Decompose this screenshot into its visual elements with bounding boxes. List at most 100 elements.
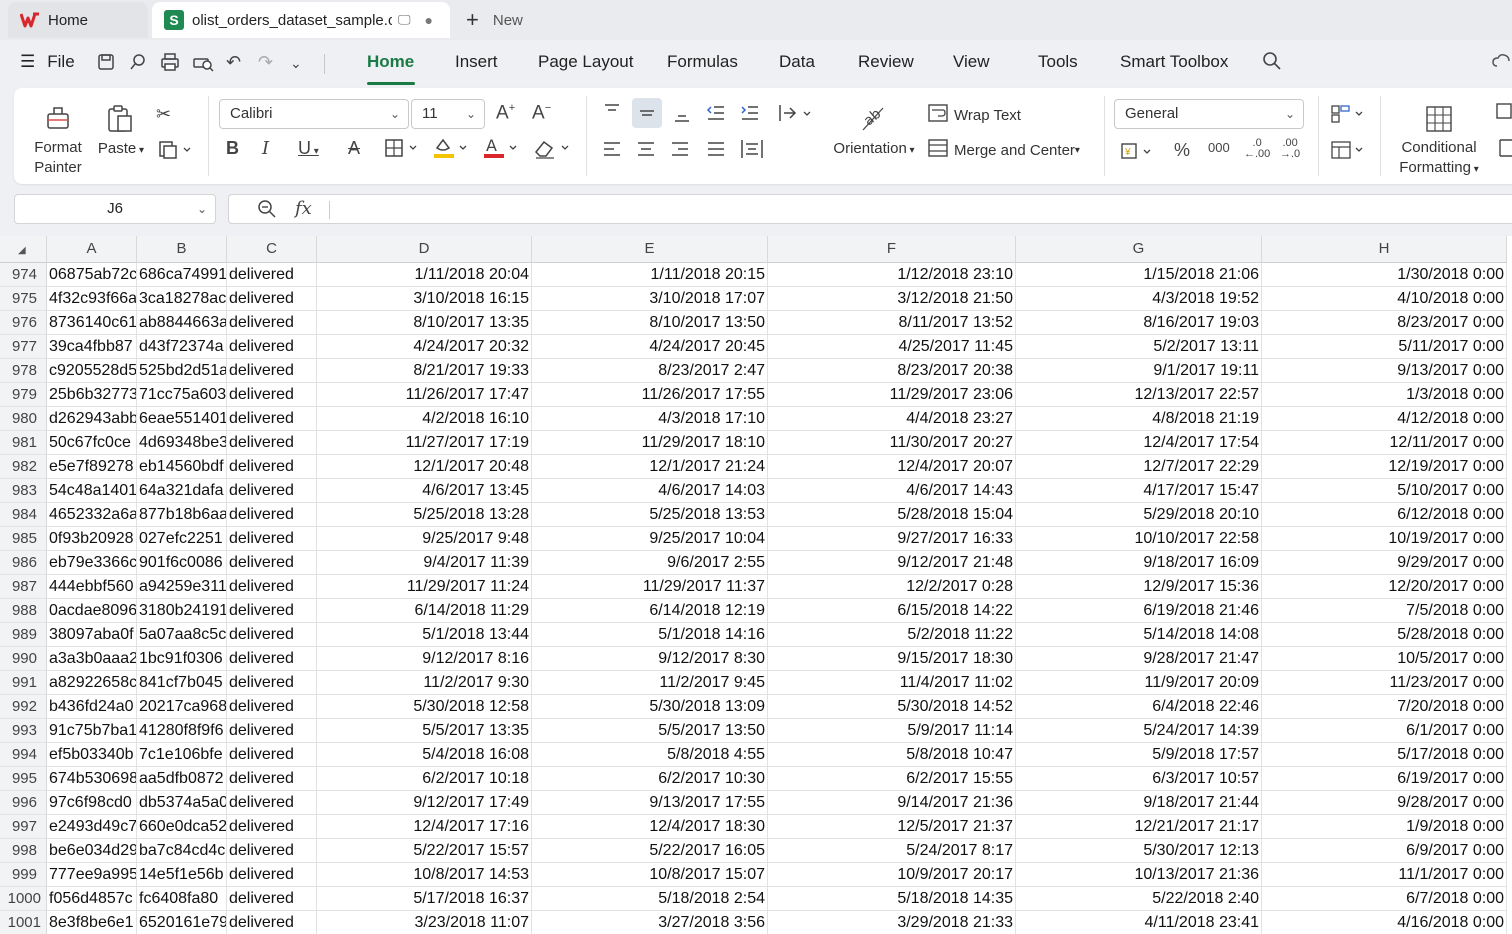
row-header[interactable]: 1001: [0, 911, 47, 934]
cell-c978[interactable]: delivered: [227, 359, 317, 383]
cell-c991[interactable]: delivered: [227, 671, 317, 695]
cell-h993[interactable]: 6/1/2017 0:00: [1262, 719, 1507, 743]
menu-review[interactable]: Review: [858, 52, 914, 72]
cell-e1001[interactable]: 3/27/2018 3:56: [532, 911, 768, 934]
menu-page-layout[interactable]: Page Layout: [538, 52, 633, 72]
cell-h998[interactable]: 6/9/2017 0:00: [1262, 839, 1507, 863]
cell-g988[interactable]: 6/19/2018 21:46: [1016, 599, 1262, 623]
cell-e976[interactable]: 8/10/2017 13:50: [532, 311, 768, 335]
wrap-text-button[interactable]: Wrap Text: [928, 104, 1048, 126]
column-header-f[interactable]: F: [768, 236, 1016, 263]
row-header[interactable]: 979: [0, 383, 47, 407]
cell-e988[interactable]: 6/14/2018 12:19: [532, 599, 768, 623]
cell-d984[interactable]: 5/25/2018 13:28: [317, 503, 532, 527]
column-header-b[interactable]: B: [137, 236, 227, 263]
row-header[interactable]: 975: [0, 287, 47, 311]
cell-b1000[interactable]: fc6408fa80: [137, 887, 227, 911]
clear-format-icon[interactable]: [532, 136, 572, 165]
cell-d989[interactable]: 5/1/2018 13:44: [317, 623, 532, 647]
cell-g989[interactable]: 5/14/2018 14:08: [1016, 623, 1262, 647]
format-painter-button[interactable]: Format Painter: [32, 138, 84, 178]
cell-a992[interactable]: b436fd24a0: [47, 695, 137, 719]
align-left-icon[interactable]: [602, 140, 622, 165]
cell-d980[interactable]: 4/2/2018 16:10: [317, 407, 532, 431]
cell-c980[interactable]: delivered: [227, 407, 317, 431]
cell-b986[interactable]: 901f6c0086: [137, 551, 227, 575]
cell-d978[interactable]: 8/21/2017 19:33: [317, 359, 532, 383]
cell-g974[interactable]: 1/15/2018 21:06: [1016, 263, 1262, 287]
cell-g991[interactable]: 11/9/2017 20:09: [1016, 671, 1262, 695]
row-header[interactable]: 994: [0, 743, 47, 767]
orientation-button[interactable]: Orientation ▾: [828, 140, 920, 157]
cell-g987[interactable]: 12/9/2017 15:36: [1016, 575, 1262, 599]
cell-d976[interactable]: 8/10/2017 13:35: [317, 311, 532, 335]
cell-b983[interactable]: 64a321dafa: [137, 479, 227, 503]
cell-c998[interactable]: delivered: [227, 839, 317, 863]
cell-c989[interactable]: delivered: [227, 623, 317, 647]
column-header-a[interactable]: A: [47, 236, 137, 263]
cell-f988[interactable]: 6/15/2018 14:22: [768, 599, 1016, 623]
cell-h996[interactable]: 9/28/2017 0:00: [1262, 791, 1507, 815]
thousands-separator-icon[interactable]: 000: [1208, 140, 1230, 155]
cell-b979[interactable]: 71cc75a603: [137, 383, 227, 407]
cell-b975[interactable]: 3ca18278ac: [137, 287, 227, 311]
insert-function-icon[interactable]: fx: [295, 198, 312, 219]
cell-b995[interactable]: aa5dfb0872: [137, 767, 227, 791]
cell-d998[interactable]: 5/22/2017 15:57: [317, 839, 532, 863]
text-direction-icon[interactable]: [778, 102, 814, 129]
column-header-e[interactable]: E: [532, 236, 768, 263]
cell-g976[interactable]: 8/16/2017 19:03: [1016, 311, 1262, 335]
cell-b993[interactable]: 41280f8f9f6: [137, 719, 227, 743]
copy-icon[interactable]: [158, 140, 192, 165]
cell-g978[interactable]: 9/1/2017 19:11: [1016, 359, 1262, 383]
cell-h978[interactable]: 9/13/2017 0:00: [1262, 359, 1507, 383]
save-icon[interactable]: [96, 52, 116, 77]
cell-f994[interactable]: 5/8/2018 10:47: [768, 743, 1016, 767]
cell-h984[interactable]: 6/12/2018 0:00: [1262, 503, 1507, 527]
cell-b988[interactable]: 3180b24191: [137, 599, 227, 623]
select-all-corner[interactable]: ◢: [0, 236, 47, 263]
justify-icon[interactable]: [706, 140, 726, 165]
cell-e995[interactable]: 6/2/2017 10:30: [532, 767, 768, 791]
cell-a977[interactable]: 39ca4fbb87: [47, 335, 137, 359]
cell-b974[interactable]: 686ca74991: [137, 263, 227, 287]
row-header[interactable]: 977: [0, 335, 47, 359]
name-box[interactable]: J6 ⌄: [14, 194, 216, 224]
cell-a999[interactable]: 777ee9a995: [47, 863, 137, 887]
cell-a987[interactable]: 444ebbf560: [47, 575, 137, 599]
cell-a998[interactable]: be6e034d29: [47, 839, 137, 863]
cell-b981[interactable]: 4d69348be3: [137, 431, 227, 455]
menu-smart-toolbox[interactable]: Smart Toolbox: [1120, 52, 1228, 72]
cell-d981[interactable]: 11/27/2017 17:19: [317, 431, 532, 455]
cell-b977[interactable]: d43f72374a: [137, 335, 227, 359]
cell-f993[interactable]: 5/9/2017 11:14: [768, 719, 1016, 743]
strikethrough-icon[interactable]: A: [348, 138, 360, 159]
font-color-icon[interactable]: A: [482, 136, 520, 165]
decrease-indent-icon[interactable]: [706, 104, 726, 129]
cell-b998[interactable]: ba7c84cd4c: [137, 839, 227, 863]
cell-format-icon[interactable]: [1496, 138, 1512, 163]
increase-indent-icon[interactable]: [740, 104, 760, 129]
cell-a986[interactable]: eb79e3366c: [47, 551, 137, 575]
row-header[interactable]: 982: [0, 455, 47, 479]
cell-d995[interactable]: 6/2/2017 10:18: [317, 767, 532, 791]
cell-b985[interactable]: 027efc2251: [137, 527, 227, 551]
cell-d993[interactable]: 5/5/2017 13:35: [317, 719, 532, 743]
cell-h990[interactable]: 10/5/2017 0:00: [1262, 647, 1507, 671]
row-header[interactable]: 980: [0, 407, 47, 431]
row-header[interactable]: 985: [0, 527, 47, 551]
cell-f979[interactable]: 11/29/2017 23:06: [768, 383, 1016, 407]
cell-f983[interactable]: 4/6/2017 14:43: [768, 479, 1016, 503]
cell-e996[interactable]: 9/13/2017 17:55: [532, 791, 768, 815]
row-header[interactable]: 983: [0, 479, 47, 503]
menu-data[interactable]: Data: [779, 52, 815, 72]
cell-c1001[interactable]: delivered: [227, 911, 317, 934]
cell-g983[interactable]: 4/17/2017 15:47: [1016, 479, 1262, 503]
cell-e998[interactable]: 5/22/2017 16:05: [532, 839, 768, 863]
cell-f1000[interactable]: 5/18/2018 14:35: [768, 887, 1016, 911]
cell-g995[interactable]: 6/3/2017 10:57: [1016, 767, 1262, 791]
cell-f995[interactable]: 6/2/2017 15:55: [768, 767, 1016, 791]
cell-a981[interactable]: 50c67fc0ce: [47, 431, 137, 455]
increase-font-icon[interactable]: A+: [496, 102, 515, 124]
quick-access-dropdown-icon[interactable]: ⌄: [290, 55, 302, 72]
